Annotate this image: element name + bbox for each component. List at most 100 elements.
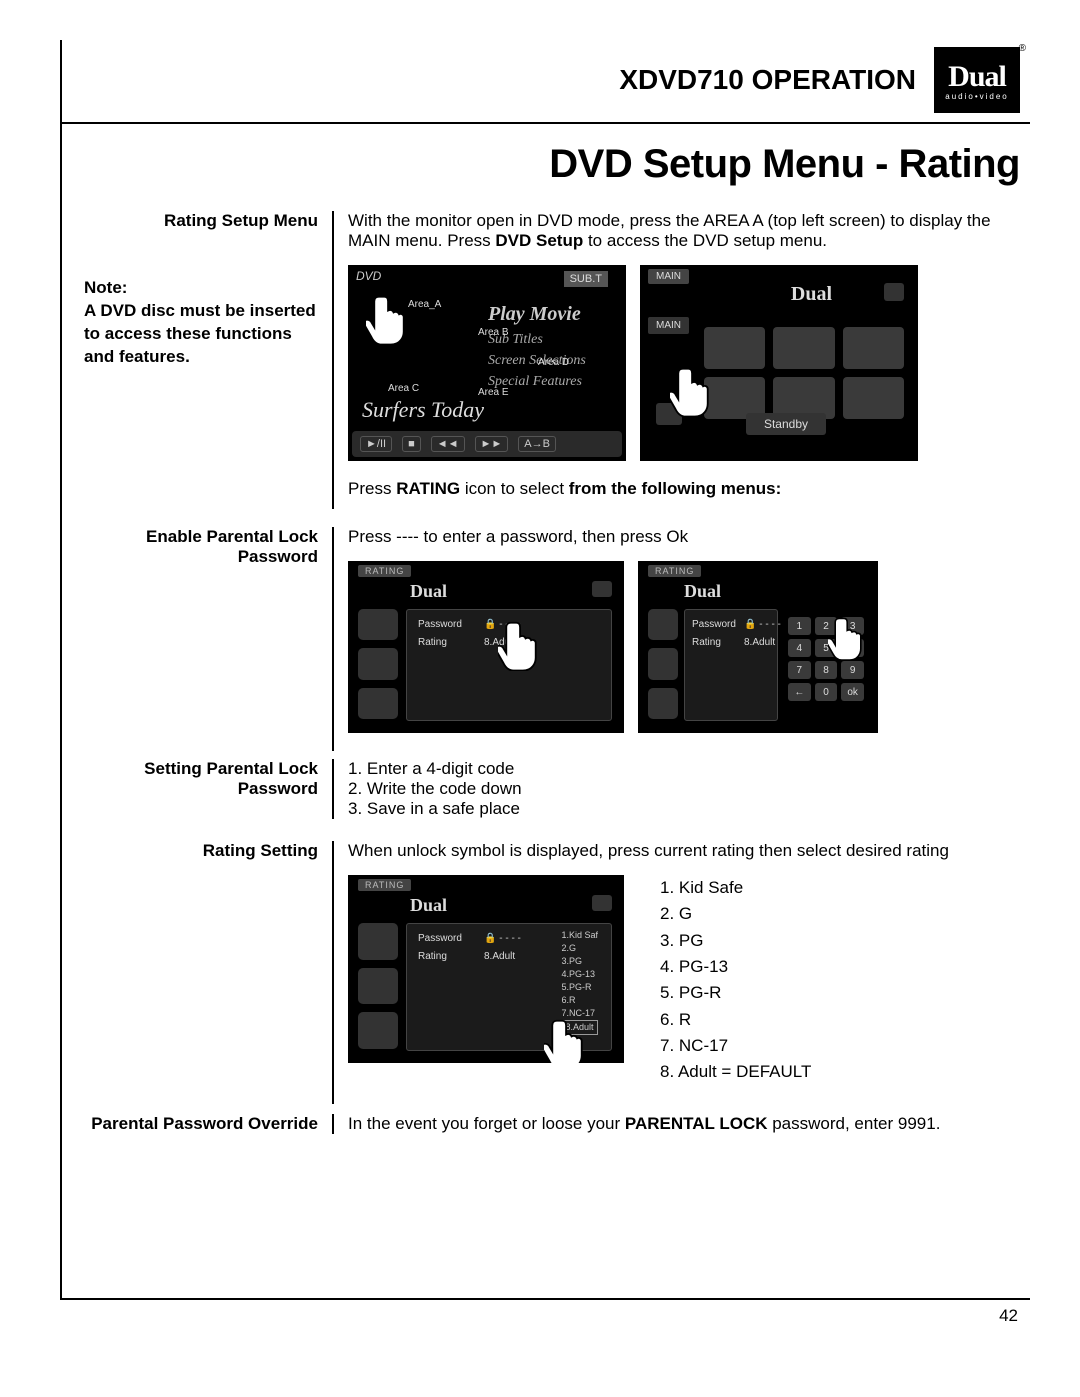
s1-btn-rew: ◄◄ — [431, 436, 465, 452]
rshot-lock-icon: 🔒 - - - - — [744, 619, 781, 630]
hand-cursor-icon — [366, 289, 412, 345]
rshot-close-icon — [592, 895, 612, 911]
label-setting-lock: Setting Parental Lock Password — [62, 759, 334, 819]
screenshot-rating-password: RATING Dual Password Rating 🔒 - - - - 8.… — [348, 561, 624, 733]
key-8: 8 — [815, 661, 838, 679]
key-4: 4 — [788, 639, 811, 657]
key-1: 1 — [788, 617, 811, 635]
rating-1: 1. Kid Safe — [660, 875, 811, 901]
label-enable-lock: Enable Parental Lock Password — [62, 527, 334, 751]
s5-l5: 5.PG-R — [561, 981, 598, 994]
screenshot-rating-keypad: RATING Dual Password Rating 🔒 - - - - 8.… — [638, 561, 878, 733]
rating-setting-text: When unlock symbol is displayed, press c… — [348, 841, 1020, 861]
rshot-lock-icon: 🔒 - - - - — [484, 933, 521, 944]
hand-cursor-icon — [828, 611, 868, 661]
s5-l3: 3.PG — [561, 955, 598, 968]
rshot-rating-label: Rating — [418, 637, 447, 648]
s2-close-icon — [884, 283, 904, 301]
key-0: 0 — [815, 683, 838, 701]
hand-cursor-icon — [544, 1013, 590, 1063]
enable-lock-text: Press ---- to enter a password, then pre… — [348, 527, 1020, 547]
override-a: In the event you forget or loose your — [348, 1114, 625, 1133]
brand-main: Dual — [948, 60, 1006, 94]
s5-l6: 6.R — [561, 994, 598, 1007]
s5-l1: 1.Kid Saf — [561, 929, 598, 942]
step-2: 2. Write the code down — [348, 779, 1020, 799]
rshot-rating-label: Rating — [692, 637, 721, 648]
enable-lock-body: Press ---- to enter a password, then pre… — [334, 527, 1030, 751]
screenshots-row-3: RATING Dual Password Rating 🔒 - - - - 8.… — [348, 875, 1020, 1086]
s5-l4: 4.PG-13 — [561, 968, 598, 981]
step-3: 3. Save in a safe place — [348, 799, 1020, 819]
s2-dual-logo: Dual — [791, 283, 832, 306]
rshot-logo: Dual — [410, 581, 447, 602]
rating-6: 6. R — [660, 1007, 811, 1033]
hand-cursor-icon — [498, 615, 544, 671]
s1-subt-badge: SUB.T — [564, 271, 608, 287]
note-label: Note: — [84, 277, 318, 300]
s2-icon-grid — [704, 327, 904, 419]
rating-setup-body: With the monitor open in DVD mode, press… — [334, 211, 1030, 509]
screenshot-dvd-play: DVD SUB.T Play Movie Sub Titles Screen S… — [348, 265, 626, 461]
rshot-password-label: Password — [418, 619, 462, 630]
header-model: XDVD710 — [619, 64, 744, 95]
rshot-adult-label: 8.Adult — [484, 951, 515, 962]
page-frame: XDVD710 OPERATION Dual audio•video ® DVD… — [60, 40, 1030, 1300]
label-rating-setup: Rating Setup Menu Note: A DVD disc must … — [62, 211, 334, 509]
screenshots-row-2: RATING Dual Password Rating 🔒 - - - - 8.… — [348, 561, 1020, 733]
hand-cursor-icon — [670, 361, 716, 417]
rshot-side-icons — [358, 923, 398, 1049]
brand-sub: audio•video — [945, 92, 1009, 101]
press-d: from the following menus: — [569, 479, 782, 498]
s1-area-b: Area B — [478, 327, 509, 338]
intro-c: to access the DVD setup menu. — [583, 231, 827, 250]
rshot-rating-label: Rating — [418, 951, 447, 962]
s1-btn-ab: A→B — [518, 436, 556, 452]
setting-lock-body: 1. Enter a 4-digit code 2. Write the cod… — [334, 759, 1030, 819]
label-rating-setup-text: Rating Setup Menu — [84, 211, 318, 231]
rshot-head: RATING — [358, 879, 411, 891]
screenshot-main-menu: MAIN Dual MAIN Standby — [640, 265, 918, 461]
s1-area-a: Area_A — [408, 299, 441, 310]
rshot-head: RATING — [358, 565, 411, 577]
rshot-close-icon — [592, 581, 612, 597]
s1-area-d: Area D — [538, 357, 569, 368]
s1-controls: ►/II ■ ◄◄ ►► A→B — [352, 431, 622, 457]
s1-screen-sel: Screen Selections — [488, 350, 586, 371]
s5-l2: 2.G — [561, 942, 598, 955]
s1-play-movie: Play Movie — [488, 299, 586, 329]
intro-b: DVD Setup — [495, 231, 583, 250]
override-body: In the event you forget or loose your PA… — [334, 1114, 1030, 1134]
brand-logo: Dual audio•video ® — [934, 47, 1020, 113]
rshot-adult-label: 8.Adult — [744, 637, 775, 648]
grid-icon — [843, 377, 904, 419]
key-7: 7 — [788, 661, 811, 679]
rshot-side-icons — [648, 609, 678, 719]
press-c: icon to select — [460, 479, 569, 498]
rshot-logo: Dual — [410, 895, 447, 916]
override-b: PARENTAL LOCK — [625, 1114, 768, 1133]
key-ok: ok — [841, 683, 864, 701]
s1-menu: Play Movie Sub Titles Screen Selections … — [488, 299, 586, 392]
rshot-password-label: Password — [692, 619, 736, 630]
key-back: ← — [788, 683, 811, 701]
s1-dvd-badge: DVD — [356, 269, 381, 283]
rating-7: 7. NC-17 — [660, 1033, 811, 1059]
rating-list: 1. Kid Safe 2. G 3. PG 4. PG-13 5. PG-R … — [638, 875, 811, 1086]
page-title: DVD Setup Menu - Rating — [62, 124, 1030, 211]
rating-4: 4. PG-13 — [660, 954, 811, 980]
s2-main-badge: MAIN — [648, 269, 689, 284]
step-1: 1. Enter a 4-digit code — [348, 759, 1020, 779]
header: XDVD710 OPERATION Dual audio•video ® — [62, 40, 1030, 120]
registered-mark: ® — [1019, 43, 1026, 54]
rshot-logo: Dual — [684, 581, 721, 602]
rating-5: 5. PG-R — [660, 980, 811, 1006]
rating-3: 3. PG — [660, 928, 811, 954]
s1-band: Surfers Today — [362, 397, 484, 423]
press-b: RATING — [396, 479, 460, 498]
note-text: A DVD disc must be inserted to access th… — [84, 300, 318, 369]
note-block: Note: A DVD disc must be inserted to acc… — [84, 277, 318, 369]
grid-icon — [773, 327, 834, 369]
label-override: Parental Password Override — [62, 1114, 334, 1134]
rating-8: 8. Adult = DEFAULT — [660, 1059, 811, 1085]
